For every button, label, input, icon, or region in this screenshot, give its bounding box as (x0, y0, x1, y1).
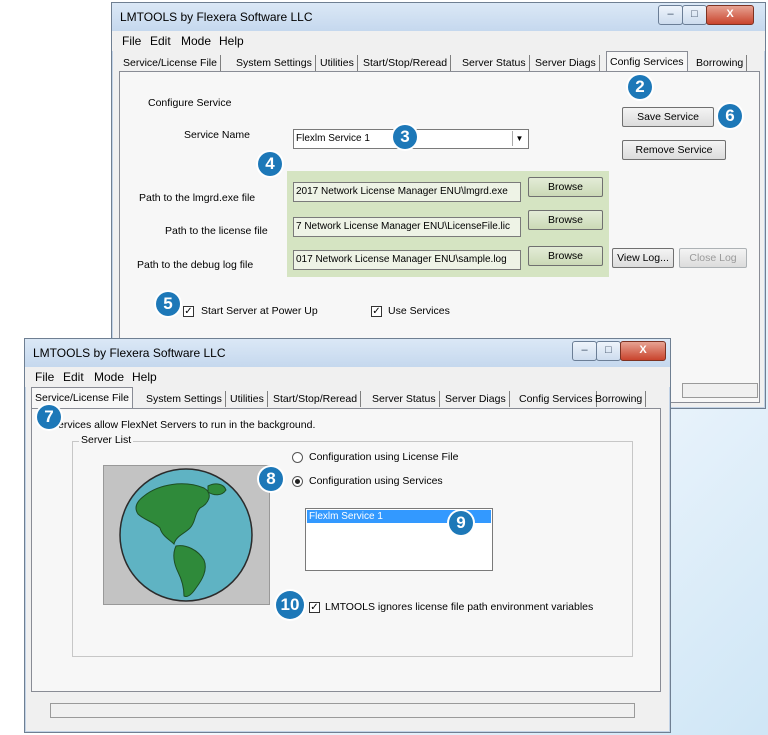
menu-edit[interactable]: Edit (150, 34, 171, 48)
callout-badge-4: 4 (258, 152, 282, 176)
radio-services[interactable] (292, 476, 303, 487)
service-name-value: Flexlm Service 1 (296, 133, 370, 144)
tab-utilities[interactable]: Utilities (317, 55, 358, 71)
start-power-up-label: Start Server at Power Up (201, 305, 318, 317)
maximize-button[interactable]: □ (682, 5, 707, 25)
ignore-env-label: LMTOOLS ignores license file path enviro… (325, 601, 594, 613)
debug-path-label: Path to the debug log file (137, 259, 254, 271)
tab-server-diags[interactable]: Server Diags (442, 391, 510, 407)
callout-badge-9: 9 (449, 511, 473, 535)
menu-mode[interactable]: Mode (181, 34, 211, 48)
front-status-bar (50, 703, 635, 718)
globe-image (103, 465, 270, 605)
back-title-bar: LMTOOLS by Flexera Software LLC – □ X (112, 3, 765, 32)
close-button[interactable]: X (620, 341, 666, 361)
ignore-env-checkbox[interactable]: ✓ (309, 602, 320, 613)
license-path-field[interactable]: 7 Network License Manager ENU\LicenseFil… (293, 217, 521, 237)
callout-badge-7: 7 (37, 405, 61, 429)
tab-start-stop[interactable]: Start/Stop/Reread (270, 391, 362, 407)
front-window-title: LMTOOLS by Flexera Software LLC (33, 346, 226, 360)
tab-server-status[interactable]: Server Status (369, 391, 440, 407)
tab-utilities[interactable]: Utilities (227, 391, 268, 407)
services-info-text: Services allow FlexNet Servers to run in… (51, 419, 316, 431)
tab-borrowing[interactable]: Borrowing (693, 55, 748, 71)
tab-start-stop[interactable]: Start/Stop/Reread (360, 55, 452, 71)
callout-badge-3: 3 (393, 125, 417, 149)
license-path-label: Path to the license file (165, 225, 268, 237)
radio-services-label: Configuration using Services (309, 475, 443, 487)
callout-badge-5: 5 (156, 292, 180, 316)
close-log-button[interactable]: Close Log (679, 248, 747, 268)
tab-server-status[interactable]: Server Status (459, 55, 530, 71)
callout-badge-8: 8 (259, 467, 283, 491)
remove-service-button[interactable]: Remove Service (622, 140, 726, 160)
lmgrd-path-field[interactable]: 2017 Network License Manager ENU\lmgrd.e… (293, 182, 521, 202)
save-service-button[interactable]: Save Service (622, 107, 714, 127)
browse-license-button[interactable]: Browse (528, 210, 603, 230)
minimize-button[interactable]: – (572, 341, 597, 361)
service-name-label: Service Name (184, 129, 250, 141)
use-services-checkbox[interactable]: ✓ (371, 306, 382, 317)
menu-help[interactable]: Help (132, 370, 157, 384)
configure-service-label: Configure Service (148, 97, 232, 109)
menu-help[interactable]: Help (219, 34, 244, 48)
front-menu-bar: File Edit Mode Help (25, 367, 670, 387)
front-window: LMTOOLS by Flexera Software LLC – □ X Fi… (24, 338, 671, 733)
menu-mode[interactable]: Mode (94, 370, 124, 384)
chevron-down-icon: ▼ (512, 131, 526, 146)
minimize-button[interactable]: – (658, 5, 683, 25)
use-services-label: Use Services (388, 305, 450, 317)
back-status-bar (682, 383, 758, 398)
globe-icon (119, 468, 253, 602)
back-window-title: LMTOOLS by Flexera Software LLC (120, 10, 313, 24)
tab-borrowing[interactable]: Borrowing (592, 391, 647, 407)
lmgrd-path-label: Path to the lmgrd.exe file (139, 192, 256, 204)
browse-debug-button[interactable]: Browse (528, 246, 603, 266)
menu-file[interactable]: File (35, 370, 54, 384)
radio-license-file[interactable] (292, 452, 303, 463)
view-log-button[interactable]: View Log... (612, 248, 674, 268)
tab-server-diags[interactable]: Server Diags (532, 55, 600, 71)
menu-edit[interactable]: Edit (63, 370, 84, 384)
tab-config-services[interactable]: Config Services (606, 51, 688, 73)
start-power-up-checkbox[interactable]: ✓ (183, 306, 194, 317)
server-list-label: Server List (79, 434, 134, 446)
menu-file[interactable]: File (122, 34, 141, 48)
radio-license-file-label: Configuration using License File (309, 451, 459, 463)
callout-badge-6: 6 (718, 104, 742, 128)
tab-config-services[interactable]: Config Services (516, 391, 597, 407)
debug-path-field[interactable]: 017 Network License Manager ENU\sample.l… (293, 250, 521, 270)
callout-badge-2: 2 (628, 75, 652, 99)
back-menu-bar: File Edit Mode Help (112, 31, 765, 51)
close-button[interactable]: X (706, 5, 754, 25)
maximize-button[interactable]: □ (596, 341, 621, 361)
tab-system-settings[interactable]: System Settings (143, 391, 226, 407)
browse-lmgrd-button[interactable]: Browse (528, 177, 603, 197)
tab-system-settings[interactable]: System Settings (233, 55, 316, 71)
tab-service-license[interactable]: Service/License File (120, 55, 221, 71)
callout-badge-10: 10 (276, 591, 304, 619)
front-title-bar: LMTOOLS by Flexera Software LLC – □ X (25, 339, 670, 368)
